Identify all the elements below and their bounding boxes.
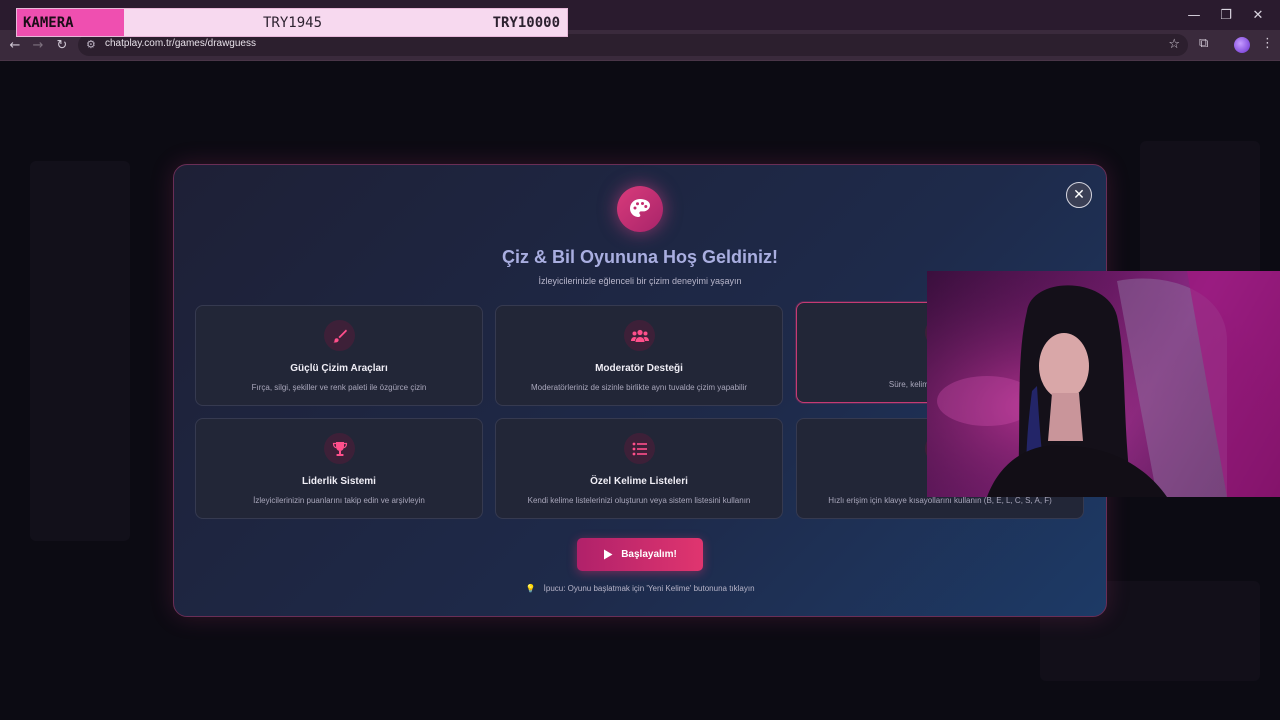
lightbulb-icon: 💡: [525, 584, 536, 593]
menu-icon[interactable]: ⋮: [1261, 36, 1274, 51]
tip-text-row: 💡 İpucu: Oyunu başlatmak için 'Yeni Keli…: [174, 584, 1106, 593]
feature-card-moderator[interactable]: Moderatör Desteği Moderatörleriniz de si…: [495, 305, 783, 406]
feature-desc: Fırça, silgi, şekiller ve renk paleti il…: [251, 383, 427, 392]
play-icon: [604, 549, 613, 560]
restore-button[interactable]: ❐: [1210, 4, 1242, 26]
back-icon[interactable]: ←: [6, 36, 24, 54]
reload-icon[interactable]: ↻: [53, 36, 71, 54]
feature-title: Güçlü Çizim Araçları: [290, 363, 388, 374]
close-button[interactable]: ✕: [1066, 182, 1092, 208]
users-icon: [624, 320, 655, 351]
bookmark-star-icon[interactable]: ☆: [1168, 37, 1180, 52]
brush-icon: [324, 320, 355, 351]
close-window-button[interactable]: ✕: [1242, 4, 1274, 26]
start-game-button[interactable]: Başlayalım!: [577, 538, 703, 571]
overlay-current-amount: TRY1945: [263, 14, 323, 31]
overlay-goal-amount: TRY10000: [492, 14, 560, 31]
webcam-feed: [927, 271, 1280, 497]
list-icon: [624, 433, 655, 464]
modal-title: Çiz & Bil Oyununa Hoş Geldiniz!: [501, 247, 778, 267]
feature-desc: Moderatörleriniz de sizinle birlikte ayn…: [530, 383, 748, 392]
url-text[interactable]: chatplay.com.tr/games/drawguess: [105, 38, 256, 49]
window-controls: — ❐ ✕: [1178, 4, 1274, 26]
palette-icon: [617, 186, 663, 232]
trophy-icon: [324, 433, 355, 464]
forward-icon[interactable]: →: [29, 36, 47, 54]
feature-card-word-lists[interactable]: Özel Kelime Listeleri Kendi kelime liste…: [495, 418, 783, 519]
feature-card-leaderboard[interactable]: Liderlik Sistemi İzleyicilerinizin puanl…: [195, 418, 483, 519]
feature-desc: İzleyicilerinizin puanlarını takip edin …: [253, 496, 425, 505]
profile-avatar[interactable]: [1234, 37, 1250, 53]
backdrop-panel: [30, 161, 130, 541]
minimize-button[interactable]: —: [1178, 4, 1210, 26]
overlay-label: KAMERA: [17, 9, 124, 36]
address-bar[interactable]: ⚙ chatplay.com.tr/games/drawguess ☆: [78, 34, 1188, 56]
donation-goal-overlay: KAMERA TRY1945 TRY10000: [16, 8, 568, 37]
feature-title: Liderlik Sistemi: [302, 476, 376, 487]
feature-desc: Kendi kelime listelerinizi oluşturun vey…: [527, 496, 751, 505]
extensions-icon[interactable]: ⧉: [1199, 36, 1208, 51]
start-game-label: Başlayalım!: [621, 549, 677, 560]
feature-card-drawing-tools[interactable]: Güçlü Çizim Araçları Fırça, silgi, şekil…: [195, 305, 483, 406]
feature-title: Moderatör Desteği: [595, 363, 683, 374]
feature-title: Özel Kelime Listeleri: [590, 476, 688, 487]
site-info-icon[interactable]: ⚙: [86, 38, 98, 51]
feature-desc: Hızlı erişim için klavye kısayollarını k…: [828, 496, 1052, 505]
tip-text: İpucu: Oyunu başlatmak için 'Yeni Kelime…: [543, 584, 755, 593]
